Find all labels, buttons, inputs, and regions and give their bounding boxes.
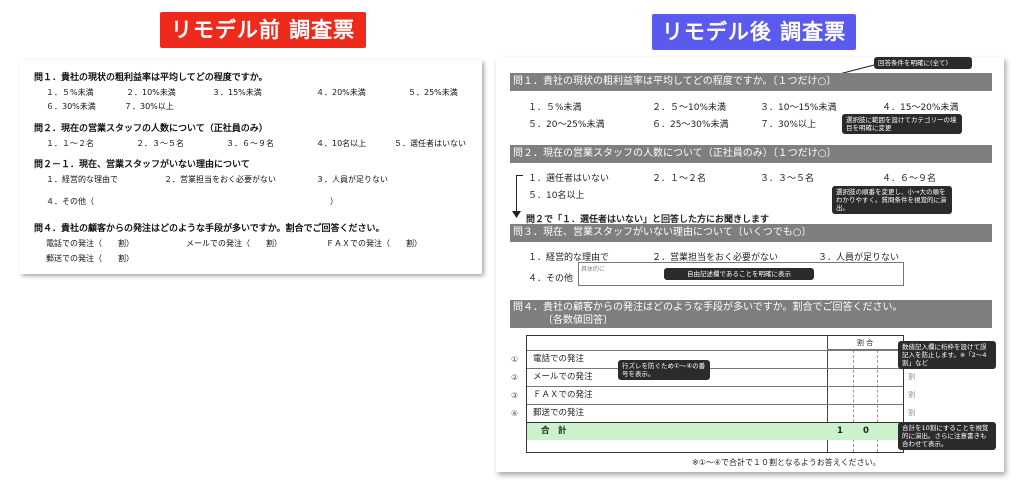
total-label: 合 計 [541,426,567,436]
after-q1-opt: ２．５～10%未満 [652,103,727,113]
after-q1-opt: ５．20～25%未満 [528,120,605,130]
row-number: ④ [511,409,519,418]
note-free-text: 自由記述欄であることを明確に表示 [664,268,814,280]
after-q2-opt: ３．３～５名 [760,174,815,184]
branch-arrow-icon [512,211,521,218]
before-questionnaire: 問１．貴社の現状の粗利益率は平均してどの程度ですか。 １．５%未満 ２．10%未… [20,60,482,274]
after-q2-title: 問２．現在の営業スタッフの人数について（正社員のみ）〔１つだけ○〕 [510,145,992,163]
before-q1-opt: ３．15%未満 [212,88,262,97]
before-q21-opt: ４．その他（ [46,197,94,206]
table-footnote: ※①～④で合計で１０割となるようお答えください。 [692,458,881,467]
after-q1-opt: １．５%未満 [528,103,582,113]
total-row: 合 計 1 0 割 [527,422,915,440]
before-q2-opt: １．１～２名 [46,139,94,148]
before-q2-opt: ２．３～５名 [136,139,184,148]
after-q2-opt: ４．６～９名 [882,174,937,184]
branch-arrow-tick [516,175,523,176]
after-q1-opt: ４．15～20%未満 [882,103,959,113]
row-unit: 割 [908,409,915,417]
note-answer-condition: 回答条件を明確に(全て) [874,57,972,69]
before-q2-opt: ４．10名以上 [316,139,367,148]
before-banner: リモデル前 調査票 [160,12,366,48]
ratio-column-header: 割 合 [827,336,903,350]
table-row: ④ 郵送での発注 割 [511,404,915,422]
before-q1-opt: ６．30%未満 [46,102,96,111]
ratio-input[interactable] [827,351,903,368]
row-label: 電話での発注 [533,354,585,364]
note-order: 選択肢の順番を変更し、小→大の順をわかりやすく。質問条件を視覚的に演出。 [832,186,952,214]
after-q4-subtitle: 〔各数値回答〕 [543,315,613,326]
after-q2-opt: ５．10名以上 [528,191,585,201]
after-questionnaire: 回答条件を明確に(全て) 問１．貴社の現状の粗利益率は平均してどの程度ですか。〔… [496,57,1004,472]
row-unit: 割 [908,391,915,399]
row-unit: 割 [908,373,915,381]
before-q21-title: 問２－１．現在、営業スタッフがいない理由について [34,160,250,170]
row-label: ＦＡＸでの発注 [533,390,593,400]
before-q1-opt: １．５%未満 [46,88,94,97]
before-q21-opt: １．経営的な理由で [46,175,118,184]
after-q1-title: 問１．貴社の現状の粗利益率は平均してどの程度ですか。〔１つだけ○〕 [510,73,992,91]
ratio-table: 割 合 ① 電話での発注 割 ② メールでの発注 割 ③ ＦＡＸでの発注 割 ④… [511,335,915,453]
before-q4-item: 電話での発注（ 割） [46,239,134,248]
before-q21-opt: ２．営業担当をおく必要がない [164,175,276,184]
before-q4-item: メールでの発注（ 割） [186,239,282,248]
ratio-input[interactable] [827,387,903,404]
before-q1-opt: ２．10%未満 [126,88,176,97]
row-number: ① [511,355,519,364]
before-q4-item: 郵送での発注（ 割） [46,254,134,263]
ratio-input[interactable] [827,405,903,422]
note-row-numbers: 行ズレを防ぐため①～④の番号を表示。 [618,360,710,380]
after-q2-opt: １．選任者はいない [528,174,610,184]
total-digit: 0 [863,426,869,436]
before-q4-title: 問４．貴社の顧客からの発注はどのような手段が多いですか。割合でご回答ください。 [34,224,385,234]
row-label: 郵送での発注 [533,408,585,418]
before-q21-opt-close: ） [330,197,338,206]
after-q3-opt: ４．その他 [528,274,574,284]
after-q1-opt: ７．30%以上 [760,120,817,130]
row-number: ② [511,373,519,382]
before-q1-opt: ７．30%以上 [124,102,174,111]
note-ranges: 選択肢に範囲を設けてカテゴリーの境目を明確に変更 [842,114,962,134]
free-text-label: 具体的に [581,266,606,273]
before-q21-opt: ３．人員が足りない [316,175,388,184]
before-q2-opt: ３．６～９名 [226,139,274,148]
after-q4-title-bar: 問４．貴社の顧客からの発注はどのような手段が多いですか。割合でご回答ください。 … [510,300,992,328]
after-q3-title: 問３．現在、営業スタッフがいない理由について〔いくつでも○〕 [510,224,992,242]
after-banner: リモデル後 調査票 [652,14,856,50]
before-q1-opt: ４．20%未満 [316,88,366,97]
ratio-input[interactable] [827,369,903,386]
before-q2-title: 問２．現在の営業スタッフの人数について（正社員のみ） [34,124,268,134]
before-q2-opt: ５．選任者はいない [394,139,466,148]
after-q1-opt: ６．25～30%未満 [652,120,729,130]
table-row: ① 電話での発注 割 [511,350,915,368]
row-label: メールでの発注 [533,372,593,382]
total-digit: 1 [837,426,843,436]
note-digit-boxes: 数値記入欄に桁枠を設けて誤記入を防止します。※「2～4割」など [898,341,996,369]
note-total: 合計を10割にすることを視覚的に演出。さらに注意書きも合わせて表示。 [898,422,996,450]
table-row: ③ ＦＡＸでの発注 割 [511,386,915,404]
after-q1-opt: ３．10～15%未満 [760,103,837,113]
row-number: ③ [511,391,519,400]
before-q1-title: 問１．貴社の現状の粗利益率は平均してどの程度ですか。 [34,73,268,83]
after-q4-title: 問４．貴社の顧客からの発注はどのような手段が多いですか。割合でご回答ください。 [513,302,903,313]
table-row: ② メールでの発注 割 [511,368,915,386]
branch-arrow-line [516,175,517,215]
before-q4-item: ＦＡＸでの発注（ 割） [326,239,422,248]
before-q1-opt: ５．25%未満 [408,88,458,97]
after-q2-opt: ２．１～２名 [652,174,707,184]
